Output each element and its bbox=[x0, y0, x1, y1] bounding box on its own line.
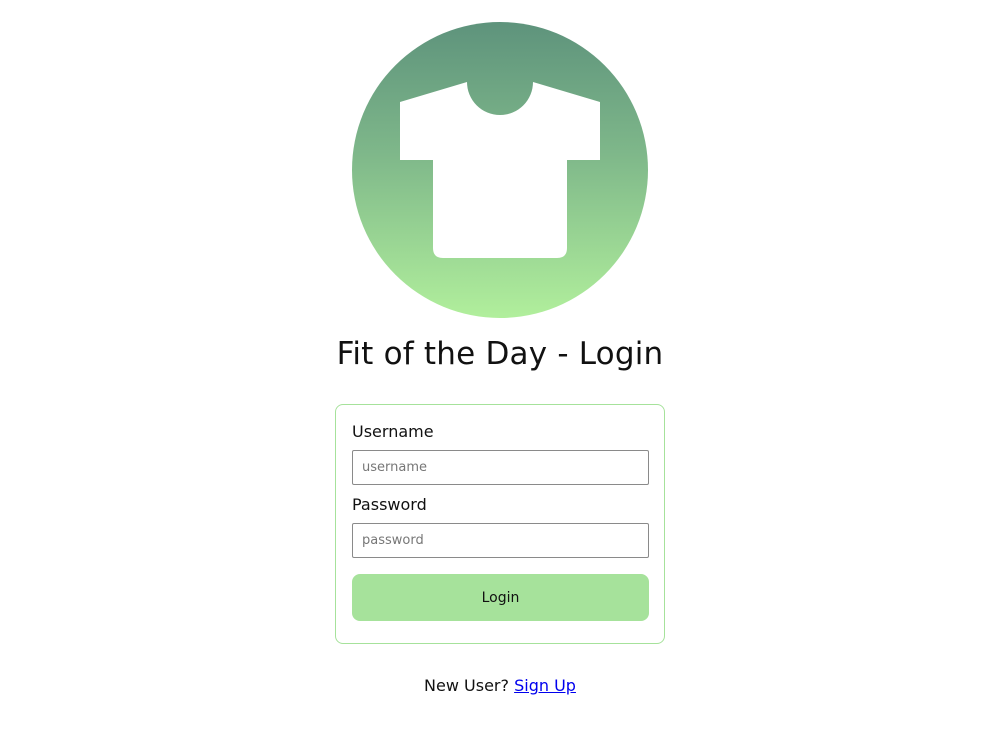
app-logo bbox=[352, 22, 648, 318]
page-title: Fit of the Day - Login bbox=[336, 336, 664, 372]
login-page: Fit of the Day - Login Username Password… bbox=[0, 0, 1000, 750]
login-form: Username Password Login bbox=[335, 404, 665, 644]
password-input[interactable] bbox=[352, 523, 649, 558]
username-input[interactable] bbox=[352, 450, 649, 485]
username-label: Username bbox=[352, 422, 434, 441]
sign-up-link[interactable]: Sign Up bbox=[514, 676, 576, 695]
signup-prompt: New User? Sign Up bbox=[0, 676, 1000, 695]
t-shirt-icon bbox=[400, 82, 600, 258]
login-button[interactable]: Login bbox=[352, 574, 649, 621]
password-label: Password bbox=[352, 495, 427, 514]
new-user-text: New User? bbox=[424, 676, 509, 695]
